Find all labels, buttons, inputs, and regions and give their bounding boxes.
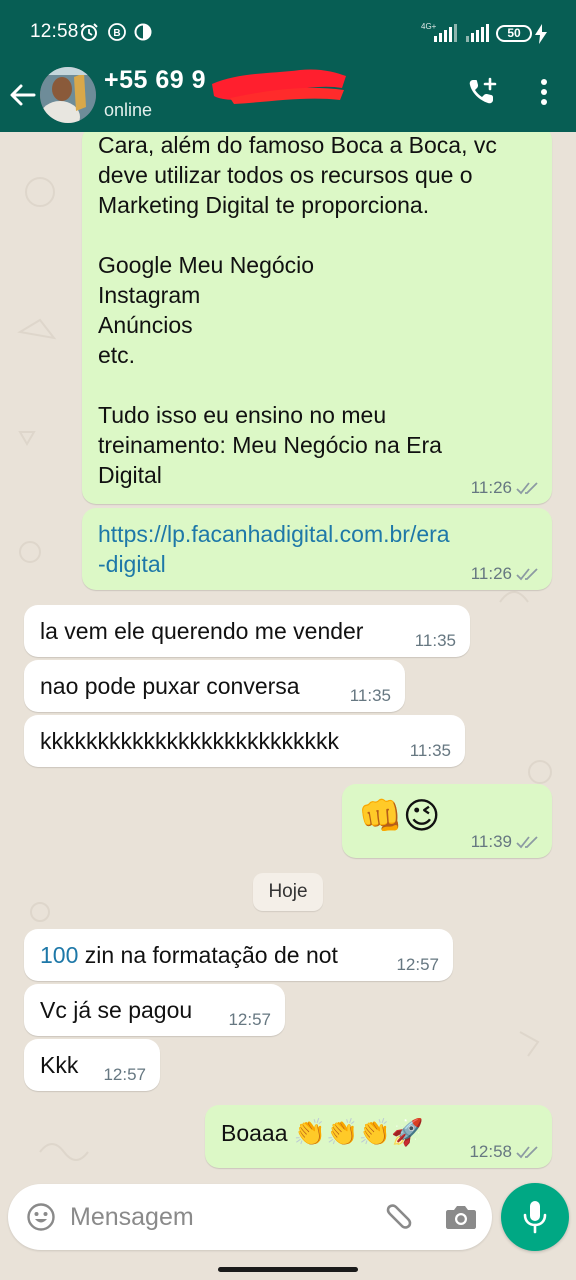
message-time: 12:57 <box>103 1065 146 1084</box>
message-meta: 12:57 <box>103 1065 146 1085</box>
message-text: la vem ele querendo me vender <box>40 618 364 644</box>
message-time: 11:35 <box>349 686 391 705</box>
message-meta: 11:35 <box>415 631 456 651</box>
message-time: 12:57 <box>228 1010 271 1029</box>
avatar[interactable] <box>40 67 96 123</box>
contact-status: online <box>104 100 153 120</box>
battery-icon: 50 <box>496 25 532 42</box>
charging-icon <box>535 24 547 44</box>
svg-text:B: B <box>113 28 120 39</box>
message-meta: 11:35 <box>350 686 391 706</box>
message-time: 11:39 <box>470 832 512 851</box>
message-outgoing[interactable]: 👊😉 11:39 <box>342 784 552 858</box>
signal-icon <box>434 24 457 42</box>
half-moon-icon <box>134 23 152 41</box>
back-arrow-icon[interactable] <box>8 80 38 110</box>
double-check-icon <box>516 482 538 495</box>
message-meta: 12:57 <box>396 955 439 975</box>
message-time: 11:26 <box>470 564 512 583</box>
message-text-word: Boaaa <box>221 1120 288 1146</box>
message-meta: 11:26 <box>471 564 540 584</box>
camera-icon[interactable] <box>444 1201 478 1233</box>
message-emoji: 👊😉 <box>358 795 441 836</box>
signal-icon-2 <box>466 24 489 42</box>
b-icon: B <box>108 23 126 41</box>
status-time: 12:58 <box>30 21 79 42</box>
message-text: nao pode puxar conversa <box>40 673 300 699</box>
message-meta: 11:26 <box>471 478 540 498</box>
gesture-nav-handle[interactable] <box>218 1267 358 1272</box>
redaction-scribble <box>212 69 346 104</box>
message-incoming[interactable]: la vem ele querendo me vender 11:35 <box>24 605 470 657</box>
message-text-rest: zin na formatação de not <box>78 942 338 968</box>
message-time: 11:26 <box>470 478 512 497</box>
message-emoji: 👏👏👏🚀 <box>293 1117 424 1147</box>
message-outgoing[interactable]: Boaaa 👏👏👏🚀 12:58 <box>205 1105 552 1168</box>
message-incoming[interactable]: Vc já se pagou 12:57 <box>24 984 285 1036</box>
emoji-icon[interactable] <box>26 1202 56 1232</box>
message-time: 11:35 <box>409 741 451 760</box>
avatar-photo <box>40 67 96 123</box>
double-check-icon <box>516 836 538 849</box>
message-incoming[interactable]: Kkk 12:57 <box>24 1039 160 1091</box>
contact-name[interactable]: +55 69 9 <box>104 66 206 95</box>
message-composer[interactable]: Mensagem <box>8 1184 492 1250</box>
message-text: kkkkkkkkkkkkkkkkkkkkkkkkkk <box>40 728 339 754</box>
message-meta: 11:35 <box>410 741 451 761</box>
message-incoming[interactable]: kkkkkkkkkkkkkkkkkkkkkkkkkk 11:35 <box>24 715 465 767</box>
message-meta: 12:58 <box>469 1142 540 1162</box>
message-meta: 11:39 <box>471 832 540 852</box>
date-divider: Hoje <box>253 873 323 911</box>
number-link[interactable]: 100 <box>40 942 78 968</box>
double-check-icon <box>516 1146 538 1159</box>
mic-icon <box>523 1201 547 1234</box>
chat-header: +55 69 9 online <box>0 66 576 132</box>
mic-button[interactable] <box>501 1183 569 1251</box>
more-vert-icon[interactable] <box>530 76 558 108</box>
status-bar: 12:58 B 4G+ 50 <box>0 0 576 66</box>
attach-icon[interactable] <box>380 1200 414 1234</box>
message-incoming[interactable]: nao pode puxar conversa 11:35 <box>24 660 405 712</box>
message-outgoing[interactable]: Cara, além do famoso Boca a Boca, vc dev… <box>82 132 552 504</box>
message-input[interactable]: Mensagem <box>70 1203 194 1232</box>
message-time: 11:35 <box>414 631 456 650</box>
message-text: Cara, além do famoso Boca a Boca, vc dev… <box>98 132 497 488</box>
message-incoming[interactable]: 100 zin na formatação de not 12:57 <box>24 929 453 981</box>
double-check-icon <box>516 568 538 581</box>
add-call-icon[interactable] <box>466 76 498 108</box>
message-outgoing[interactable]: https://lp.facanhadigital.com.br/era -di… <box>82 508 552 590</box>
chat-area[interactable]: Cara, além do famoso Boca a Boca, vc dev… <box>0 132 576 1180</box>
message-meta: 12:57 <box>228 1010 271 1030</box>
message-text: 100 zin na formatação de not <box>40 940 437 970</box>
alarm-icon <box>80 23 98 41</box>
message-time: 12:57 <box>396 955 439 974</box>
message-time: 12:58 <box>469 1142 512 1161</box>
